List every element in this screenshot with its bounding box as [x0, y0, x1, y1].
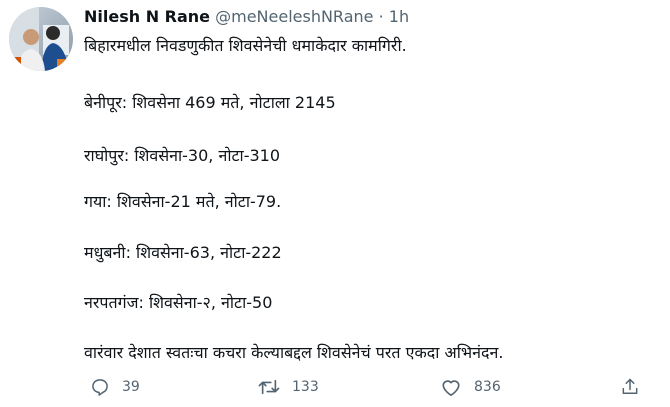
retweet-button[interactable]: 133 [258, 372, 319, 402]
tweet-text-line: वारंवार देशात स्वतःचा कचरा केल्याबद्दल श… [84, 343, 504, 362]
reply-count: 39 [122, 379, 140, 395]
timestamp[interactable]: 1h [389, 7, 409, 26]
tweet-text-line: मधुबनी: शिवसेना-63, नोटा-222 [84, 243, 282, 262]
share-icon [622, 378, 638, 394]
like-count: 836 [474, 379, 501, 395]
heart-icon [442, 380, 460, 396]
retweet-icon [258, 379, 280, 395]
separator-dot: · [378, 7, 384, 26]
profile-photo-icon [9, 7, 73, 71]
retweet-count: 133 [292, 379, 319, 395]
tweet-body: Nilesh N Rane @meNeeleshNRane · 1h बिहार… [84, 6, 660, 362]
tweet-text-line: गया: शिवसेना-21 मते, नोटा-79. [84, 192, 282, 211]
tweet-header: Nilesh N Rane @meNeeleshNRane · 1h [84, 6, 660, 28]
tweet-actions: 39 133 836 [84, 372, 660, 402]
like-button[interactable]: 836 [440, 372, 501, 402]
tweet-text-line: राघोपुर: शिवसेना-30, नोटा-310 [84, 146, 281, 165]
author-name[interactable]: Nilesh N Rane [84, 7, 210, 26]
tweet-text-line: बिहारमधील निवडणुकीत शिवसेनेची धमाकेदार क… [84, 36, 407, 55]
tweet-text-line: नरपतगंज: शिवसेना-२, नोटा-50 [84, 293, 273, 312]
reply-icon [92, 379, 108, 396]
tweet: Nilesh N Rane @meNeeleshNRane · 1h बिहार… [0, 0, 670, 407]
author-handle[interactable]: @meNeeleshNRane [215, 7, 373, 26]
reply-button[interactable]: 39 [90, 372, 140, 402]
tweet-text-line: बेनीपूर: शिवसेना 469 मते, नोटाला 2145 [84, 93, 336, 112]
share-button[interactable] [620, 372, 640, 402]
avatar[interactable] [9, 7, 73, 71]
